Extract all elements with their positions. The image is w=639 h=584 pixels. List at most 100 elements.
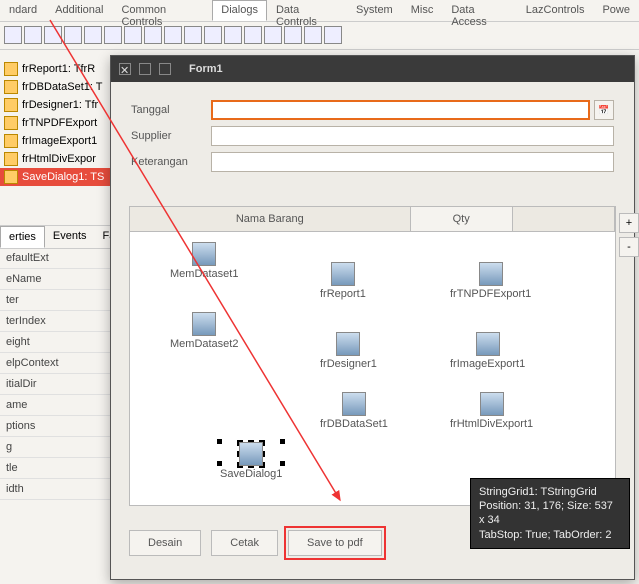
designer-component[interactable]: MemDataset1 <box>170 242 238 280</box>
field-label: Supplier <box>131 130 211 142</box>
close-icon[interactable]: ✕ <box>119 63 131 75</box>
form-row: Tanggal 📅 <box>131 100 614 120</box>
form-row: Supplier <box>131 126 614 146</box>
component-label: frDBDataSet1 <box>320 418 388 430</box>
component-label: SaveDialog1 <box>220 468 282 480</box>
component-icon <box>4 98 18 112</box>
component-label: frReport1 <box>320 288 366 300</box>
tooltip: StringGrid1: TStringGrid Position: 31, 1… <box>470 478 630 549</box>
palette-tab[interactable]: Data Controls <box>267 0 347 21</box>
designer-component[interactable]: frDBDataSet1 <box>320 392 388 430</box>
maximize-icon[interactable] <box>159 63 171 75</box>
string-grid[interactable]: Nama BarangQty MemDataset1 MemDataset2 frR… <box>129 206 616 506</box>
window-title: Form1 <box>189 63 223 75</box>
palette-tab[interactable]: Common Controls <box>112 0 212 21</box>
component-icon <box>4 152 18 166</box>
component-label: frHtmlDivExport1 <box>450 418 533 430</box>
designer-component[interactable]: frHtmlDivExport1 <box>450 392 533 430</box>
tree-label: frReport1: TfrR <box>22 63 95 75</box>
grid-column-header[interactable] <box>513 207 615 231</box>
tooltip-line: TabStop: True; TabOrder: 2 <box>479 528 621 542</box>
component-label: MemDataset1 <box>170 268 238 280</box>
add-button[interactable]: + <box>619 213 639 233</box>
palette-tab[interactable]: Misc <box>402 0 443 21</box>
designer-component[interactable]: frImageExport1 <box>450 332 525 370</box>
component-icon <box>192 312 216 336</box>
palette-component-icon[interactable] <box>224 26 242 44</box>
tree-label: SaveDialog1: TS <box>22 171 104 183</box>
action-button[interactable]: Desain <box>129 530 201 556</box>
palette-component-icon[interactable] <box>284 26 302 44</box>
palette-tab[interactable]: Data Access <box>442 0 516 21</box>
property-tab[interactable]: Events <box>45 226 95 248</box>
grid-header: Nama BarangQty <box>130 207 615 232</box>
palette-tab[interactable]: System <box>347 0 402 21</box>
action-button[interactable]: Save to pdf <box>288 530 382 556</box>
component-icon <box>476 332 500 356</box>
palette-tabs: ndardAdditionalCommon ControlsDialogsDat… <box>0 0 639 22</box>
component-icon <box>4 80 18 94</box>
palette-component-icon[interactable] <box>264 26 282 44</box>
designer-component[interactable]: frDesigner1 <box>320 332 377 370</box>
component-icon <box>4 116 18 130</box>
component-label: frImageExport1 <box>450 358 525 370</box>
text-input[interactable] <box>211 152 614 172</box>
component-icon <box>336 332 360 356</box>
designer-component[interactable]: frTNPDFExport1 <box>450 262 531 300</box>
component-icon <box>331 262 355 286</box>
titlebar: ✕ Form1 <box>111 56 634 82</box>
component-icon <box>4 62 18 76</box>
tooltip-line: StringGrid1: TStringGrid <box>479 485 621 499</box>
text-input[interactable] <box>211 100 590 120</box>
date-picker-button[interactable]: 📅 <box>594 100 614 120</box>
component-icon <box>4 134 18 148</box>
tree-label: frDesigner1: Tfr <box>22 99 98 111</box>
palette-component-icon[interactable] <box>64 26 82 44</box>
component-icon <box>4 170 18 184</box>
grid-column-header[interactable]: Qty <box>411 207 513 231</box>
component-icon <box>342 392 366 416</box>
palette-component-icon[interactable] <box>24 26 42 44</box>
remove-button[interactable]: - <box>619 237 639 257</box>
tooltip-line: Position: 31, 176; Size: 537 x 34 <box>479 499 621 528</box>
palette-component-icon[interactable] <box>164 26 182 44</box>
designer-window: ✕ Form1 Tanggal📅SupplierKeterangan Nama … <box>110 55 635 580</box>
grid-column-header[interactable]: Nama Barang <box>130 207 411 231</box>
palette-component-icon[interactable] <box>44 26 62 44</box>
palette-tab[interactable]: Dialogs <box>212 0 267 21</box>
designer-component[interactable]: frReport1 <box>320 262 366 300</box>
action-button[interactable]: Cetak <box>211 530 278 556</box>
minimize-icon[interactable] <box>139 63 151 75</box>
palette-component-icon[interactable] <box>184 26 202 44</box>
palette-tab[interactable]: Additional <box>46 0 112 21</box>
tree-label: frTNPDFExport <box>22 117 97 129</box>
palette-component-icon[interactable] <box>4 26 22 44</box>
designer-component[interactable]: MemDataset2 <box>170 312 238 350</box>
field-label: Tanggal <box>131 104 211 116</box>
palette-tab[interactable]: ndard <box>0 0 46 21</box>
component-label: MemDataset2 <box>170 338 238 350</box>
component-label: frDesigner1 <box>320 358 377 370</box>
palette-component-icon[interactable] <box>124 26 142 44</box>
palette-component-icon[interactable] <box>104 26 122 44</box>
palette-tab[interactable]: LazControls <box>517 0 594 21</box>
palette-component-icon[interactable] <box>244 26 262 44</box>
property-tab[interactable]: erties <box>0 226 45 248</box>
palette-component-icon[interactable] <box>324 26 342 44</box>
tree-label: frImageExport1 <box>22 135 97 147</box>
palette-component-icon[interactable] <box>204 26 222 44</box>
palette-tab[interactable]: Powe <box>593 0 639 21</box>
palette-icon-row <box>0 22 639 50</box>
palette-component-icon[interactable] <box>144 26 162 44</box>
designer-component[interactable]: SaveDialog1 <box>220 442 282 480</box>
tree-label: frDBDataSet1: T <box>22 81 103 93</box>
component-icon <box>192 242 216 266</box>
text-input[interactable] <box>211 126 614 146</box>
tree-label: frHtmlDivExpor <box>22 153 96 165</box>
component-icon <box>479 262 503 286</box>
component-label: frTNPDFExport1 <box>450 288 531 300</box>
component-icon <box>239 442 263 466</box>
palette-component-icon[interactable] <box>304 26 322 44</box>
palette-component-icon[interactable] <box>84 26 102 44</box>
component-icon <box>480 392 504 416</box>
